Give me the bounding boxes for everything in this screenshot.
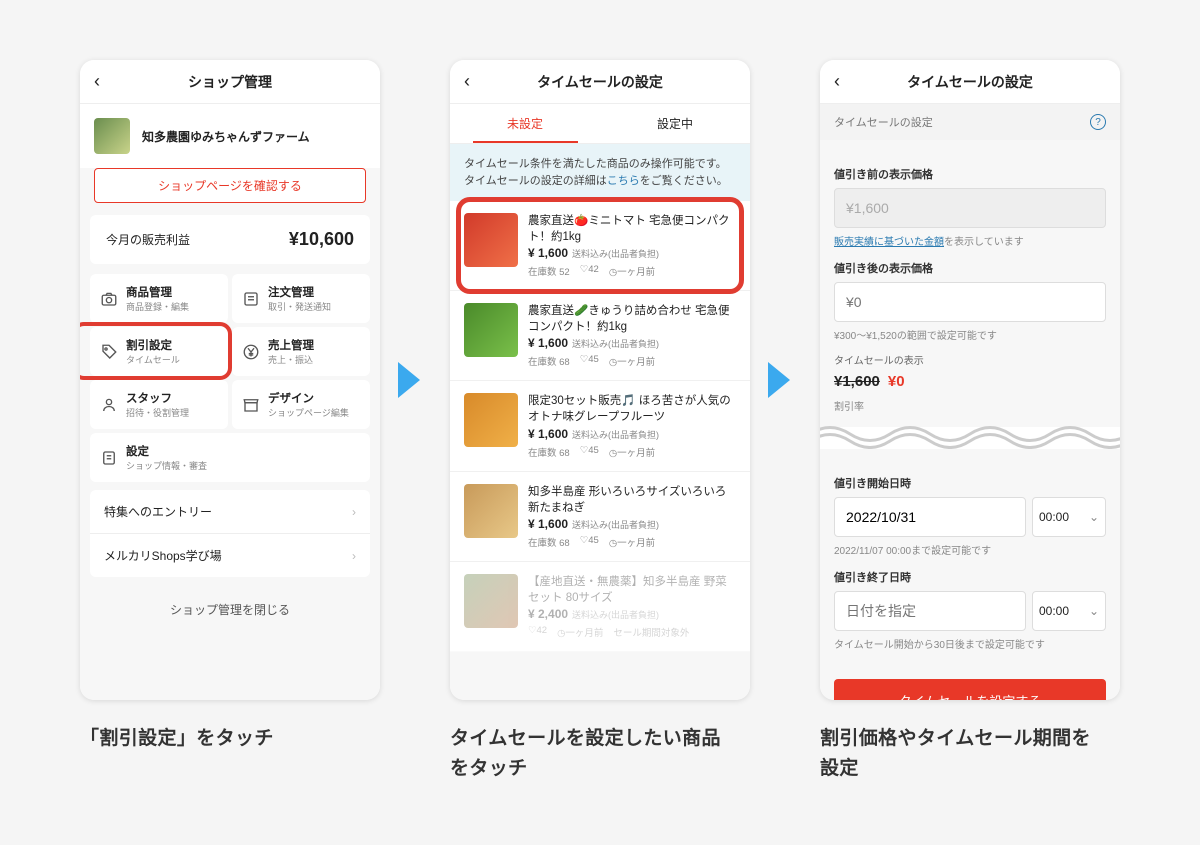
header-title: ショップ管理 xyxy=(188,72,272,92)
shop-icon xyxy=(242,396,260,414)
chevron-down-icon: ⌄ xyxy=(1089,510,1099,524)
profit-amount: ¥10,600 xyxy=(289,229,354,250)
profit-card: 今月の販売利益 ¥10,600 xyxy=(90,215,370,264)
torn-divider xyxy=(820,427,1120,449)
link-academy[interactable]: メルカリShops学び場 › xyxy=(90,534,370,577)
product-image xyxy=(464,484,518,538)
camera-icon xyxy=(100,290,118,308)
chevron-right-icon: › xyxy=(352,505,356,519)
header-title: タイムセールの設定 xyxy=(537,72,663,92)
product-item[interactable]: 限定30セット販売🎵 ほろ苦さが人気のオトナ味グレープフルーツ ¥ 1,600送… xyxy=(450,381,750,471)
yen-icon xyxy=(242,343,260,361)
rate-label: 割引率 xyxy=(834,398,1106,413)
back-icon[interactable]: ‹ xyxy=(94,71,100,92)
grid-item-sales[interactable]: 売上管理売上・振込 xyxy=(232,327,370,376)
label-before-price: 値引き前の表示価格 xyxy=(834,166,1106,182)
product-image xyxy=(464,213,518,267)
grid-item-orders[interactable]: 注文管理取引・発送通知 xyxy=(232,274,370,323)
arrow-icon xyxy=(398,362,420,398)
info-link[interactable]: こちら xyxy=(607,175,640,187)
product-image xyxy=(464,574,518,628)
person-icon xyxy=(100,396,118,414)
hint-before: 販売実績に基づいた金額を表示しています xyxy=(834,233,1106,248)
input-after-price[interactable] xyxy=(834,282,1106,322)
input-end-date[interactable] xyxy=(834,591,1026,631)
display-label: タイムセールの表示 xyxy=(834,352,1106,367)
shop-avatar xyxy=(94,118,130,154)
input-start-date[interactable] xyxy=(834,497,1026,537)
view-shop-button[interactable]: ショップページを確認する xyxy=(94,168,366,203)
caption-3: 割引価格やタイムセール期間を設定 xyxy=(820,724,1100,785)
product-item[interactable]: 農家直送🍅ミニトマト 宅急便コンパクト！約1kg ¥ 1,600送料込み(出品者… xyxy=(450,201,750,291)
phone-shop-management: ‹ ショップ管理 知多農園ゆみちゃんずファーム ショップページを確認する 今月の… xyxy=(80,60,380,700)
product-image xyxy=(464,393,518,447)
menu-grid: 商品管理商品登録・編集 注文管理取引・発送通知 割引設定タイムセール xyxy=(90,274,370,482)
chevron-right-icon: › xyxy=(352,549,356,563)
product-image xyxy=(464,303,518,357)
label-after-price: 値引き後の表示価格 xyxy=(834,260,1106,276)
hint-start: 2022/11/07 00:00まで設定可能です xyxy=(834,542,1106,557)
tag-icon xyxy=(100,343,118,361)
caption-1: 「割引設定」をタッチ xyxy=(80,724,420,754)
tab-unset[interactable]: 未設定 xyxy=(450,104,600,143)
list-icon xyxy=(242,290,260,308)
label-end: 値引き終了日時 xyxy=(834,569,1106,585)
tabs: 未設定 設定中 xyxy=(450,104,750,144)
header: ‹ タイムセールの設定 xyxy=(820,60,1120,104)
grid-item-discount[interactable]: 割引設定タイムセール xyxy=(90,327,228,376)
hint-after: ¥300〜¥1,520の範囲で設定可能です xyxy=(834,327,1106,342)
product-item-disabled: 【産地直送・無農薬】知多半島産 野菜セット 80サイズ ¥ 2,400送料込み(… xyxy=(450,562,750,652)
link-entry[interactable]: 特集へのエントリー › xyxy=(90,490,370,534)
header: ‹ タイムセールの設定 xyxy=(450,60,750,104)
grid-item-settings[interactable]: 設定ショップ情報・審査 xyxy=(90,433,370,482)
chevron-down-icon: ⌄ xyxy=(1089,604,1099,618)
submit-button[interactable]: タイムセールを設定する xyxy=(834,679,1106,700)
doc-icon xyxy=(100,449,118,467)
section-header: タイムセールの設定 ? xyxy=(820,104,1120,140)
hint-end: タイムセール開始から30日後まで設定可能です xyxy=(834,636,1106,651)
product-item[interactable]: 農家直送🥒きゅうり詰め合わせ 宅急便コンパクト！約1kg ¥ 1,600送料込み… xyxy=(450,291,750,381)
arrow-icon xyxy=(768,362,790,398)
hint-link[interactable]: 販売実績に基づいた金額 xyxy=(834,237,944,248)
select-end-time[interactable]: 00:00⌄ xyxy=(1032,591,1106,631)
price-preview: ¥1,600 ¥0 xyxy=(834,373,1106,390)
product-item[interactable]: 知多半島産 形いろいろサイズいろいろ 新たまねぎ ¥ 1,600送料込み(出品者… xyxy=(450,472,750,562)
tab-set[interactable]: 設定中 xyxy=(600,104,750,143)
back-icon[interactable]: ‹ xyxy=(464,71,470,92)
shop-name: 知多農園ゆみちゃんずファーム xyxy=(142,128,310,145)
input-before-price xyxy=(834,188,1106,228)
phone-timesale-list: ‹ タイムセールの設定 未設定 設定中 タイムセール条件を満たした商品のみ操作可… xyxy=(450,60,750,700)
select-start-time[interactable]: 00:00⌄ xyxy=(1032,497,1106,537)
header: ‹ ショップ管理 xyxy=(80,60,380,104)
grid-item-staff[interactable]: スタッフ招待・役割管理 xyxy=(90,380,228,429)
shop-info: 知多農園ゆみちゃんずファーム xyxy=(80,104,380,168)
caption-2: タイムセールを設定したい商品をタッチ xyxy=(450,724,730,785)
strike-price: ¥1,600 xyxy=(834,373,880,390)
product-list: 農家直送🍅ミニトマト 宅急便コンパクト！約1kg ¥ 1,600送料込み(出品者… xyxy=(450,201,750,652)
close-management-button[interactable]: ショップ管理を閉じる xyxy=(80,587,380,632)
help-icon[interactable]: ? xyxy=(1090,114,1106,130)
grid-item-products[interactable]: 商品管理商品登録・編集 xyxy=(90,274,228,323)
grid-item-design[interactable]: デザインショップページ編集 xyxy=(232,380,370,429)
info-banner: タイムセール条件を満たした商品のみ操作可能です。タイムセールの設定の詳細はこちら… xyxy=(450,144,750,201)
new-price: ¥0 xyxy=(888,373,905,390)
profit-label: 今月の販売利益 xyxy=(106,231,190,248)
label-start: 値引き開始日時 xyxy=(834,475,1106,491)
back-icon[interactable]: ‹ xyxy=(834,71,840,92)
phone-timesale-form: ‹ タイムセールの設定 タイムセールの設定 ? 値引き前の表示価格 販売実績に基… xyxy=(820,60,1120,700)
link-list: 特集へのエントリー › メルカリShops学び場 › xyxy=(90,490,370,577)
header-title: タイムセールの設定 xyxy=(907,72,1033,92)
